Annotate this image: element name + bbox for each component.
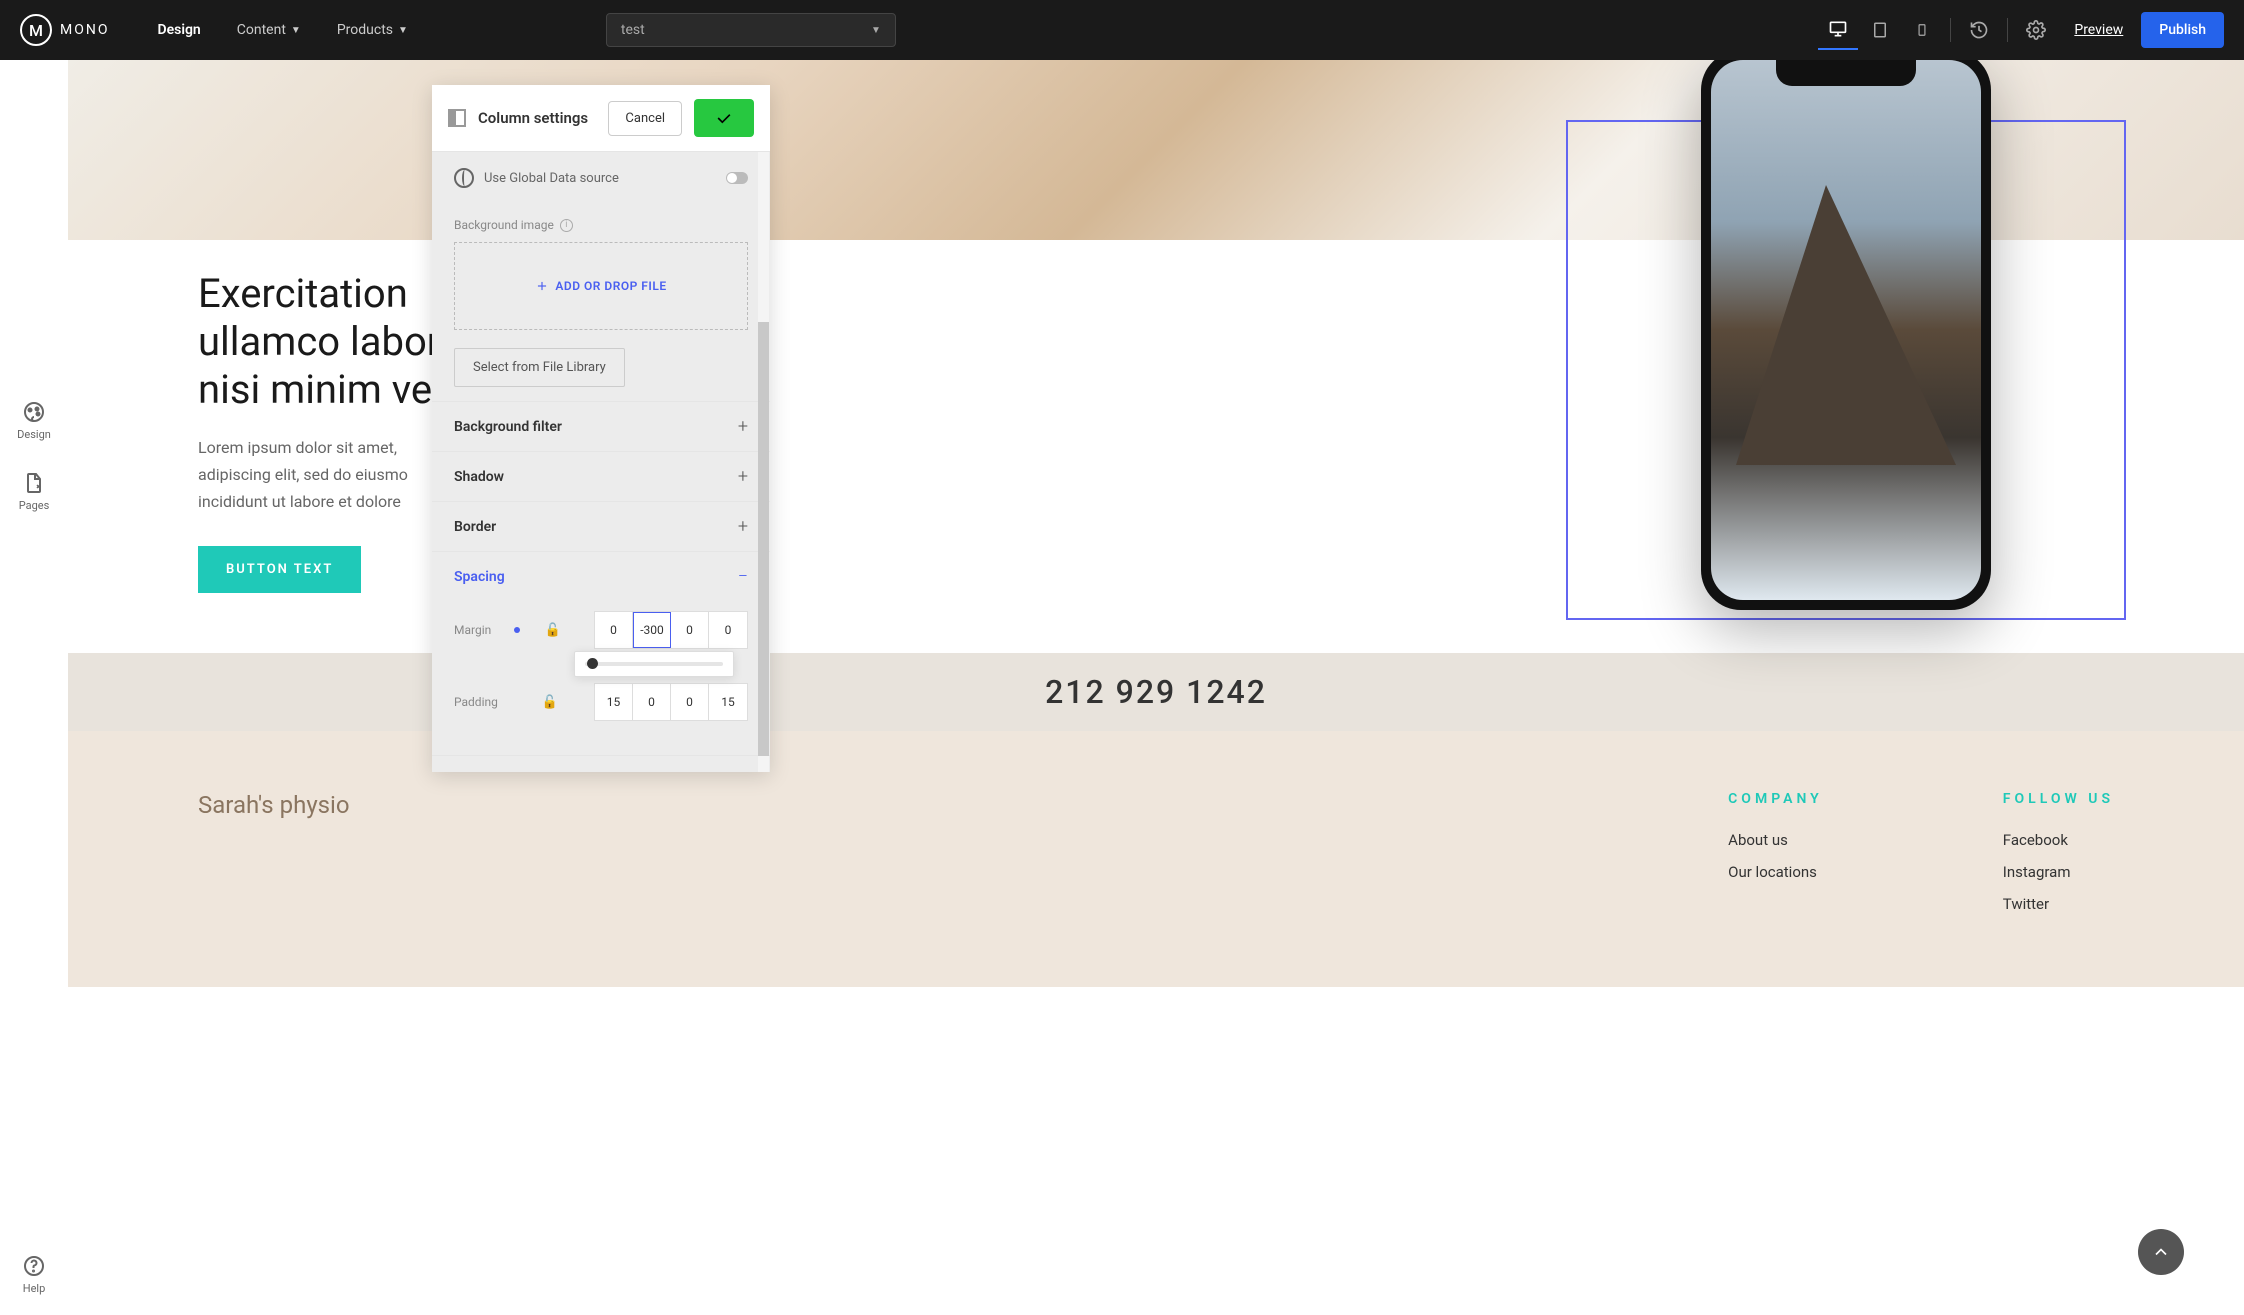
column-settings-panel: Column settings Cancel Use Global Data s…	[432, 85, 770, 772]
confirm-button[interactable]	[694, 99, 754, 137]
accordion-label: Shadow	[454, 469, 504, 485]
footer-heading[interactable]: COMPANY	[1728, 791, 1823, 807]
plus-icon: +	[738, 416, 748, 437]
sidebar-label: Pages	[19, 499, 50, 512]
plus-icon: +	[738, 466, 748, 487]
global-toggle[interactable]	[726, 172, 748, 184]
accordion-label: Spacing	[454, 569, 505, 585]
publish-button[interactable]: Publish	[2141, 12, 2224, 48]
info-icon[interactable]: i	[560, 219, 573, 232]
footer-link[interactable]: About us	[1728, 831, 1823, 849]
sidebar-label: Design	[17, 428, 51, 441]
footer-link[interactable]: Our locations	[1728, 863, 1823, 881]
logo[interactable]: M MONO	[20, 14, 109, 46]
globe-icon	[454, 168, 474, 188]
accordion-label: Border	[454, 519, 496, 535]
slider-popup[interactable]	[574, 651, 734, 677]
changed-indicator	[514, 627, 520, 633]
accordion-animation[interactable]: Animation +	[432, 755, 770, 772]
hero-button[interactable]: BUTTON TEXT	[198, 546, 361, 593]
search-value: test	[621, 22, 645, 38]
padding-right-input[interactable]	[633, 684, 671, 720]
device-mobile-button[interactable]	[1902, 10, 1942, 50]
scroll-top-button[interactable]	[2138, 1229, 2184, 1275]
footer-heading[interactable]: FOLLOW US	[2003, 791, 2114, 807]
padding-label: Padding	[454, 695, 504, 709]
column-icon	[448, 109, 466, 127]
footer-brand[interactable]: Sarah's physio	[198, 791, 350, 927]
global-data-row: Use Global Data source	[432, 152, 770, 204]
cancel-button[interactable]: Cancel	[608, 101, 682, 136]
accordion-border[interactable]: Border +	[432, 501, 770, 551]
chevron-down-icon: ▼	[398, 25, 408, 36]
margin-bottom-input[interactable]	[671, 612, 709, 648]
logo-text: MONO	[60, 22, 109, 38]
logo-icon: M	[20, 14, 52, 46]
margin-top-input[interactable]	[595, 612, 633, 648]
accordion-bg-filter[interactable]: Background filter +	[432, 401, 770, 451]
padding-left-input[interactable]	[709, 684, 747, 720]
footer: Sarah's physio COMPANY About us Our loca…	[68, 731, 2244, 987]
dropzone[interactable]: ADD OR DROP FILE	[454, 242, 748, 330]
chevron-down-icon: ▼	[871, 25, 881, 36]
left-sidebar: Design Pages Help	[0, 60, 68, 1315]
divider	[2007, 18, 2008, 42]
plus-icon: +	[738, 770, 748, 772]
dropzone-label: ADD OR DROP FILE	[555, 279, 666, 293]
spacing-content: Margin 🔓 Padding 🔓	[432, 601, 770, 755]
margin-left-input[interactable]	[709, 612, 747, 648]
panel-title: Column settings	[478, 109, 596, 127]
plus-icon: +	[738, 516, 748, 537]
footer-col-follow: FOLLOW US Facebook Instagram Twitter	[2003, 791, 2114, 927]
slider-thumb[interactable]	[587, 658, 598, 669]
panel-body: Use Global Data source Background image …	[432, 152, 770, 772]
unlock-icon[interactable]: 🔓	[545, 623, 561, 638]
panel-header: Column settings Cancel	[432, 85, 770, 152]
footer-link[interactable]: Twitter	[2003, 895, 2114, 913]
footer-link[interactable]: Instagram	[2003, 863, 2114, 881]
bg-image-label: Background image i	[454, 218, 748, 232]
accordion-label: Background filter	[454, 419, 562, 435]
padding-inputs	[594, 683, 748, 721]
nav-design[interactable]: Design	[139, 22, 218, 38]
divider	[1950, 18, 1951, 42]
global-label: Use Global Data source	[484, 171, 716, 186]
sidebar-item-design[interactable]: Design	[17, 400, 51, 441]
phone-number-bar[interactable]: 212 929 1242	[68, 653, 2244, 731]
phone-mockup	[1701, 60, 1991, 610]
history-button[interactable]	[1959, 10, 1999, 50]
accordion-shadow[interactable]: Shadow +	[432, 451, 770, 501]
sidebar-label: Help	[23, 1282, 46, 1295]
settings-button[interactable]	[2016, 10, 2056, 50]
sidebar-item-pages[interactable]: Pages	[19, 471, 50, 512]
sidebar-item-help[interactable]: Help	[22, 1254, 46, 1295]
footer-link[interactable]: Facebook	[2003, 831, 2114, 849]
unlock-icon[interactable]: 🔓	[542, 695, 558, 710]
slider-track[interactable]	[585, 662, 723, 666]
margin-label: Margin	[454, 623, 504, 637]
accordion-spacing[interactable]: Spacing −	[432, 551, 770, 601]
device-tablet-button[interactable]	[1860, 10, 1900, 50]
margin-right-input[interactable]	[633, 612, 671, 648]
preview-link[interactable]: Preview	[2074, 22, 2123, 38]
device-desktop-button[interactable]	[1818, 10, 1858, 50]
top-bar: M MONO Design Content▼ Products▼ test ▼ …	[0, 0, 2244, 60]
chevron-down-icon: ▼	[291, 25, 301, 36]
scrollbar-thumb[interactable]	[758, 322, 769, 756]
selected-column[interactable]	[1566, 120, 2126, 620]
padding-top-input[interactable]	[595, 684, 633, 720]
minus-icon: −	[738, 566, 748, 587]
footer-col-company: COMPANY About us Our locations	[1728, 791, 1823, 927]
select-library-button[interactable]: Select from File Library	[454, 348, 625, 387]
nav-content[interactable]: Content▼	[219, 22, 319, 38]
hero-section: Exercitation ullamco labori nisi minim v…	[68, 240, 2244, 653]
margin-inputs	[594, 611, 748, 649]
nav-products[interactable]: Products▼	[319, 22, 426, 38]
canvas: Exercitation ullamco labori nisi minim v…	[68, 60, 2244, 1315]
search-select[interactable]: test ▼	[606, 13, 896, 47]
padding-bottom-input[interactable]	[671, 684, 709, 720]
phone-screen	[1711, 60, 1981, 600]
